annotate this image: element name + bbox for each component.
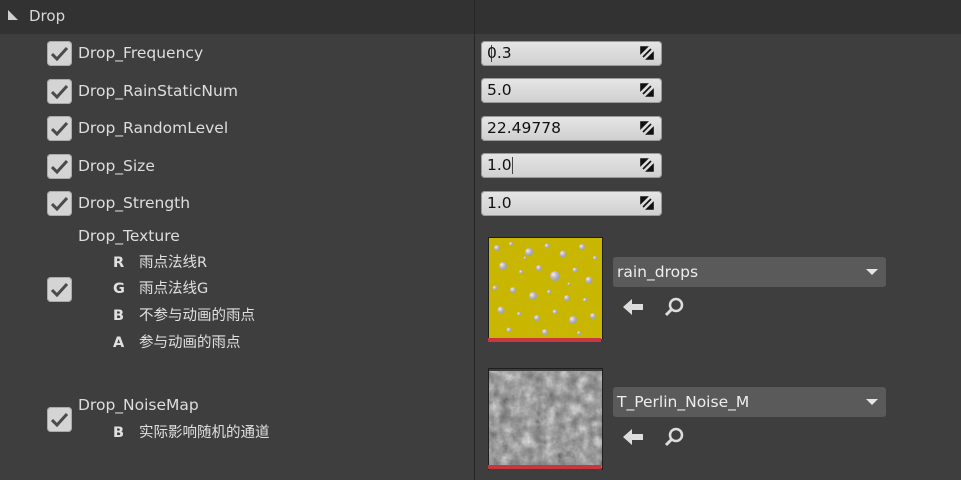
override-checkbox[interactable] <box>47 79 72 104</box>
checkmark-icon <box>51 282 68 297</box>
drag-resize-icon <box>640 83 654 97</box>
checkmark-icon <box>51 84 68 99</box>
override-checkbox[interactable] <box>47 116 72 141</box>
chevron-down-icon <box>866 399 878 405</box>
channel-note: A 参与动画的雨点 <box>113 335 241 351</box>
asset-name: T_Perlin_Noise_M <box>617 393 750 411</box>
numeric-value[interactable]: 0.3 <box>487 44 512 62</box>
channel-note: R 雨点法线R <box>113 255 208 271</box>
override-checkbox[interactable] <box>47 154 72 179</box>
drag-resize-icon <box>640 158 654 172</box>
channel-note: B 实际影响随机的通道 <box>113 425 270 441</box>
drag-resize-icon <box>640 121 654 135</box>
numeric-input[interactable]: 1.0 <box>481 153 662 178</box>
property-label: Drop_RandomLevel <box>78 119 229 137</box>
property-label: Drop_Size <box>78 157 155 175</box>
property-label: Drop_RainStaticNum <box>78 82 238 100</box>
property-label: Drop_Strength <box>78 194 191 212</box>
numeric-value[interactable]: 1.0 <box>487 156 512 174</box>
search-icon[interactable] <box>664 427 686 447</box>
text-caret <box>512 157 513 174</box>
property-label: Drop_NoiseMap <box>78 396 199 414</box>
checkmark-icon <box>51 159 68 174</box>
asset-picker-combo[interactable]: rain_drops <box>613 257 886 287</box>
thumbnail-type-bar <box>488 465 601 469</box>
override-checkbox[interactable] <box>47 407 72 432</box>
drag-resize-icon <box>640 196 654 210</box>
numeric-value[interactable]: 1.0 <box>487 194 512 212</box>
override-checkbox[interactable] <box>47 191 72 216</box>
category-header-drop[interactable]: Drop <box>0 0 961 34</box>
search-icon[interactable] <box>664 297 686 317</box>
drag-resize-icon <box>640 46 654 60</box>
category-title: Drop <box>29 7 66 25</box>
channel-note: B 不参与动画的雨点 <box>113 308 255 324</box>
checkmark-icon <box>51 412 68 427</box>
numeric-value[interactable]: 5.0 <box>487 81 512 99</box>
checkmark-icon <box>51 196 68 211</box>
numeric-input[interactable]: 1.0 <box>481 191 662 216</box>
noise-thumbnail[interactable] <box>488 368 603 470</box>
arrow-left-icon[interactable] <box>622 427 644 447</box>
override-checkbox[interactable] <box>47 277 72 302</box>
thumbnail-type-bar <box>488 338 601 342</box>
collapse-triangle-icon[interactable] <box>8 10 18 20</box>
column-splitter[interactable] <box>474 0 475 480</box>
chevron-down-icon <box>866 269 878 275</box>
numeric-input[interactable]: 0.3 <box>481 41 662 66</box>
checkmark-icon <box>51 121 68 136</box>
checkmark-icon <box>51 46 68 61</box>
property-label: Drop_Frequency <box>78 44 204 62</box>
channel-note: G 雨点法线G <box>113 281 209 297</box>
property-label: Drop_Texture <box>78 227 180 245</box>
asset-picker-combo[interactable]: T_Perlin_Noise_M <box>613 387 886 417</box>
texture-thumbnail[interactable] <box>488 237 603 339</box>
asset-name: rain_drops <box>617 263 699 281</box>
numeric-value[interactable]: 22.49778 <box>487 119 561 137</box>
arrow-left-icon[interactable] <box>622 297 644 317</box>
override-checkbox[interactable] <box>47 41 72 66</box>
numeric-input[interactable]: 5.0 <box>481 78 662 103</box>
numeric-input[interactable]: 22.49778 <box>481 116 662 141</box>
